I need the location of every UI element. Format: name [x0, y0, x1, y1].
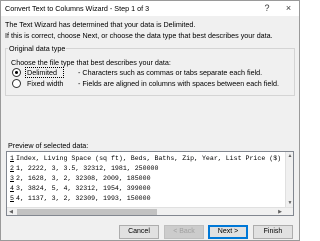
- preview-row: 5 4, 1137, 3, 2, 32309, 1993, 150000: [10, 194, 151, 203]
- text-to-columns-dialog: Convert Text to Columns Wizard - Step 1 …: [0, 0, 300, 241]
- preview-row: 3 2, 1628, 3, 2, 32308, 2009, 185000: [10, 174, 151, 183]
- delimited-label[interactable]: Delimited: [27, 68, 57, 77]
- group-legend: Original data type: [8, 44, 67, 53]
- horizontal-scroll-thumb[interactable]: [17, 209, 157, 215]
- close-button[interactable]: ×: [278, 1, 299, 16]
- scroll-right-arrow-icon[interactable]: ▶: [276, 208, 284, 215]
- title-bar[interactable]: Convert Text to Columns Wizard - Step 1 …: [1, 1, 299, 16]
- scroll-up-arrow-icon[interactable]: ▲: [286, 152, 293, 160]
- preview-row-text: 2, 1628, 3, 2, 32308, 2009, 185000: [16, 175, 151, 182]
- fixed-width-label[interactable]: Fixed width: [27, 79, 63, 88]
- dialog-title: Convert Text to Columns Wizard - Step 1 …: [5, 4, 150, 13]
- preview-row: 1 Index, Living Space (sq ft), Beds, Bath…: [10, 154, 281, 163]
- preview-row-text: 4, 1137, 3, 2, 32309, 1993, 150000: [16, 195, 151, 202]
- preview-row-text: 3, 3824, 5, 4, 32312, 1954, 399000: [16, 185, 151, 192]
- horizontal-scrollbar[interactable]: ◀ ▶: [7, 207, 293, 215]
- vertical-scrollbar[interactable]: ▲ ▼: [285, 152, 293, 207]
- data-preview-box[interactable]: 1 Index, Living Space (sq ft), Beds, Bath…: [6, 151, 294, 216]
- preview-label: Preview of selected data:: [8, 141, 89, 150]
- preview-row-text: 1, 2222, 3, 3.5, 32312, 1981, 250000: [16, 165, 159, 172]
- preview-row-text: Index, Living Space (sq ft), Beds, Baths…: [16, 155, 282, 162]
- next-button[interactable]: Next >: [208, 225, 248, 239]
- preview-row: 4 3, 3824, 5, 4, 32312, 1954, 399000: [10, 184, 151, 193]
- scroll-left-arrow-icon[interactable]: ◀: [7, 208, 15, 215]
- intro-line-2: If this is correct, choose Next, or choo…: [5, 31, 273, 40]
- fixed-width-description: - Fields are aligned in columns with spa…: [78, 79, 279, 88]
- fixed-width-radio[interactable]: [12, 79, 21, 88]
- delimited-radio[interactable]: [12, 68, 21, 77]
- preview-row: 2 1, 2222, 3, 3.5, 32312, 1981, 250000: [10, 164, 158, 173]
- scroll-down-arrow-icon[interactable]: ▼: [286, 199, 293, 207]
- finish-button[interactable]: Finish: [253, 225, 293, 239]
- cancel-button[interactable]: Cancel: [119, 225, 159, 239]
- intro-line-1: The Text Wizard has determined that your…: [5, 20, 196, 29]
- delimited-description: - Characters such as commas or tabs sepa…: [78, 68, 263, 77]
- help-button[interactable]: ?: [257, 1, 277, 16]
- file-type-prompt: Choose the file type that best describes…: [11, 58, 171, 67]
- back-button[interactable]: < Back: [164, 225, 204, 239]
